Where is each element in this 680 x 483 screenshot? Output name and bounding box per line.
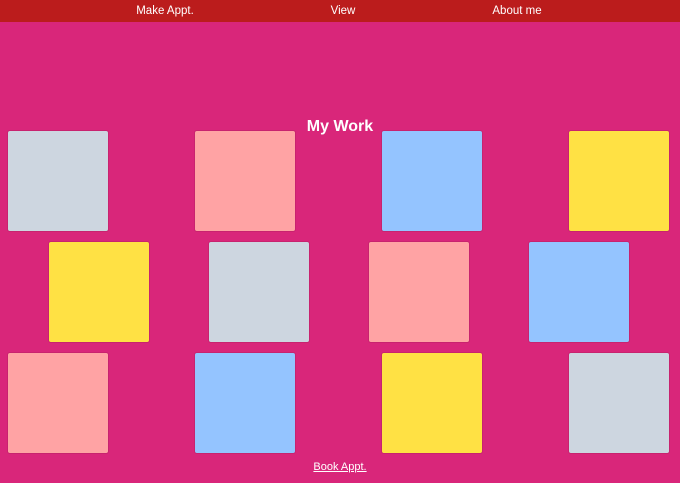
top-nav-bar: Make Appt. View About me xyxy=(0,0,680,22)
gallery-tile-gray xyxy=(209,242,309,342)
gallery-tile-pink xyxy=(195,131,295,231)
nav-make-appt[interactable]: Make Appt. xyxy=(136,0,194,22)
gallery-tile-gray xyxy=(569,353,669,453)
nav-view[interactable]: View xyxy=(331,0,356,22)
gallery-tile-yellow xyxy=(49,242,149,342)
gallery-tile-blue xyxy=(382,131,482,231)
footer: Book Appt. xyxy=(0,460,680,474)
book-appt-link[interactable]: Book Appt. xyxy=(313,461,366,473)
gallery-tile-gray xyxy=(8,131,108,231)
gallery-tile-yellow xyxy=(569,131,669,231)
gallery-tile-blue xyxy=(195,353,295,453)
gallery-tile-pink xyxy=(369,242,469,342)
gallery-tile-yellow xyxy=(382,353,482,453)
nav-about-me[interactable]: About me xyxy=(492,0,541,22)
gallery-tile-pink xyxy=(8,353,108,453)
gallery-tile-blue xyxy=(529,242,629,342)
